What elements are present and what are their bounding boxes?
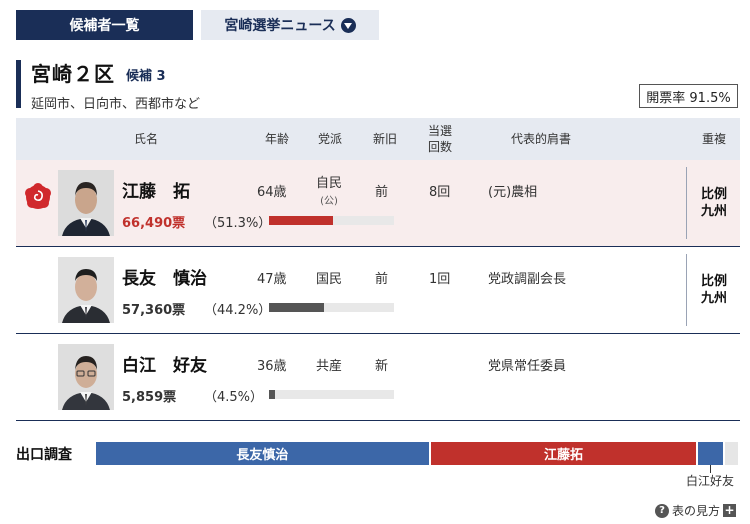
candidate-name: 白江 好友 xyxy=(122,356,207,376)
exit-poll-segment xyxy=(698,442,726,465)
candidate-count: 候補 3 xyxy=(126,69,166,84)
candidate-status: 新 xyxy=(375,359,389,374)
candidate-photo xyxy=(58,170,114,236)
tab-election-news[interactable]: 宮崎選挙ニュース xyxy=(201,10,379,40)
candidate-wins: 1回 xyxy=(429,272,451,287)
vote-share-bar xyxy=(269,390,394,399)
party-name: 共産 xyxy=(315,359,342,374)
dup-line-2: 九州 xyxy=(700,291,727,306)
header-dup: 重複 xyxy=(701,132,726,146)
counting-rate-badge: 開票率 91.5% xyxy=(639,84,738,108)
candidate-votes: 5,859票 xyxy=(122,390,177,405)
plus-icon: + xyxy=(723,503,737,517)
exit-poll-minor-label: 白江好友 xyxy=(686,474,735,488)
duplicate-candidacy: 比例 九州 xyxy=(686,254,741,326)
exit-poll-segment: 江藤拓 xyxy=(430,442,699,465)
candidate-wins: 8回 xyxy=(429,185,451,200)
duplicate-candidacy: 比例 九州 xyxy=(686,167,741,239)
candidate-percent: （51.3%） xyxy=(204,216,272,231)
vote-share-fill xyxy=(269,303,325,312)
party-endorsement: (公) xyxy=(320,196,338,207)
candidate-party: 自民 (公) xyxy=(310,172,348,207)
vote-share-bar xyxy=(269,216,394,225)
candidate-row[interactable]: 白江 好友 5,859票 （4.5%） 36歳 共産 新 党県常任委員 xyxy=(16,334,740,421)
header-wins-2: 回数 xyxy=(427,140,452,154)
exit-poll-bar: 長友慎治 江藤拓 xyxy=(96,442,740,465)
candidate-photo xyxy=(58,344,114,410)
candidate-status: 前 xyxy=(375,185,389,200)
district-name: 宮崎２区 xyxy=(31,62,115,86)
exit-poll-label: 出口調査 xyxy=(16,447,72,463)
chevron-down-icon xyxy=(340,17,356,33)
vote-share-fill xyxy=(269,390,275,399)
exit-poll-segment xyxy=(725,442,740,465)
header-age: 年齢 xyxy=(264,132,289,146)
table-header: 氏名 年齢 党派 新旧 当選 回数 代表的肩書 重複 xyxy=(16,118,740,160)
accent-bar xyxy=(16,60,21,108)
candidate-percent: （4.5%） xyxy=(204,390,264,405)
candidate-age: 36歳 xyxy=(257,359,287,374)
district-area: 延岡市、日向市、西都市など xyxy=(31,97,201,112)
vote-share-bar xyxy=(269,303,394,312)
exit-poll-segment: 長友慎治 xyxy=(96,442,431,465)
table-guide-link[interactable]: ? 表の見方 + xyxy=(655,502,737,519)
table-guide-label: 表の見方 xyxy=(672,504,721,518)
candidate-title: 党政調副会長 xyxy=(488,272,567,287)
candidate-percent: （44.2%） xyxy=(204,303,272,318)
tab-candidate-list[interactable]: 候補者一覧 xyxy=(16,10,193,40)
candidate-title: 党県常任委員 xyxy=(488,359,567,374)
header-status: 新旧 xyxy=(372,132,397,146)
vote-share-fill xyxy=(269,216,334,225)
candidate-votes: 66,490票 xyxy=(122,216,186,231)
dup-line-1: 比例 xyxy=(700,274,727,289)
header-wins-1: 当選 xyxy=(427,124,452,138)
header-title: 代表的肩書 xyxy=(510,132,571,146)
party-name: 国民 xyxy=(315,272,342,287)
candidate-votes: 57,360票 xyxy=(122,303,186,318)
tab-label: 宮崎選挙ニュース xyxy=(224,18,336,34)
winner-rose-icon xyxy=(25,183,51,209)
candidate-party: 共産 xyxy=(310,355,348,374)
candidate-age: 47歳 xyxy=(257,272,287,287)
header-name: 氏名 xyxy=(133,132,158,146)
candidate-age: 64歳 xyxy=(257,185,287,200)
candidate-title: (元)農相 xyxy=(488,185,538,200)
tab-label: 候補者一覧 xyxy=(69,18,140,34)
candidate-status: 前 xyxy=(375,272,389,287)
party-name: 自民 xyxy=(315,176,342,191)
dup-line-2: 九州 xyxy=(700,204,727,219)
candidate-row[interactable]: 長友 慎治 57,360票 （44.2%） 47歳 国民 前 1回 党政調副会長… xyxy=(16,247,740,334)
candidate-name: 長友 慎治 xyxy=(122,269,207,289)
header-party: 党派 xyxy=(317,132,342,146)
candidate-party: 国民 xyxy=(310,268,348,287)
candidate-row[interactable]: 江藤 拓 66,490票 （51.3%） 64歳 自民 (公) 前 8回 (元)農… xyxy=(16,160,740,247)
candidate-photo xyxy=(58,257,114,323)
candidate-name: 江藤 拓 xyxy=(122,182,190,202)
help-icon: ? xyxy=(655,503,669,518)
dup-line-1: 比例 xyxy=(700,187,727,202)
